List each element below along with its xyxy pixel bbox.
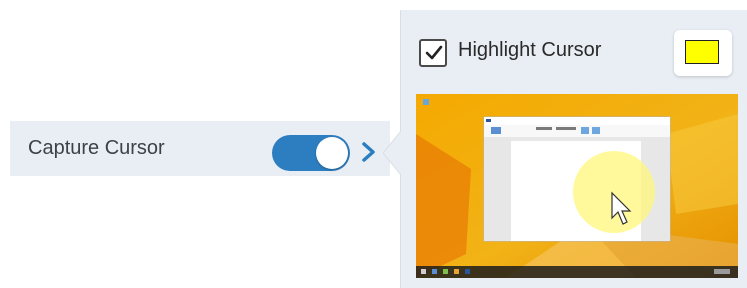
highlight-cursor-label: Highlight Cursor <box>458 39 602 61</box>
highlight-color-button[interactable] <box>674 30 732 76</box>
highlight-color-swatch <box>685 40 719 64</box>
highlight-cursor-checkbox[interactable] <box>419 39 447 67</box>
toggle-knob <box>316 137 348 169</box>
chevron-right-icon[interactable] <box>361 141 377 163</box>
cursor-highlight-preview <box>416 94 738 278</box>
popover-notch <box>383 131 401 175</box>
capture-cursor-row: Capture Cursor <box>10 121 390 176</box>
capture-cursor-label: Capture Cursor <box>28 137 165 159</box>
capture-cursor-toggle[interactable] <box>272 135 350 171</box>
checkmark-icon <box>425 45 443 60</box>
